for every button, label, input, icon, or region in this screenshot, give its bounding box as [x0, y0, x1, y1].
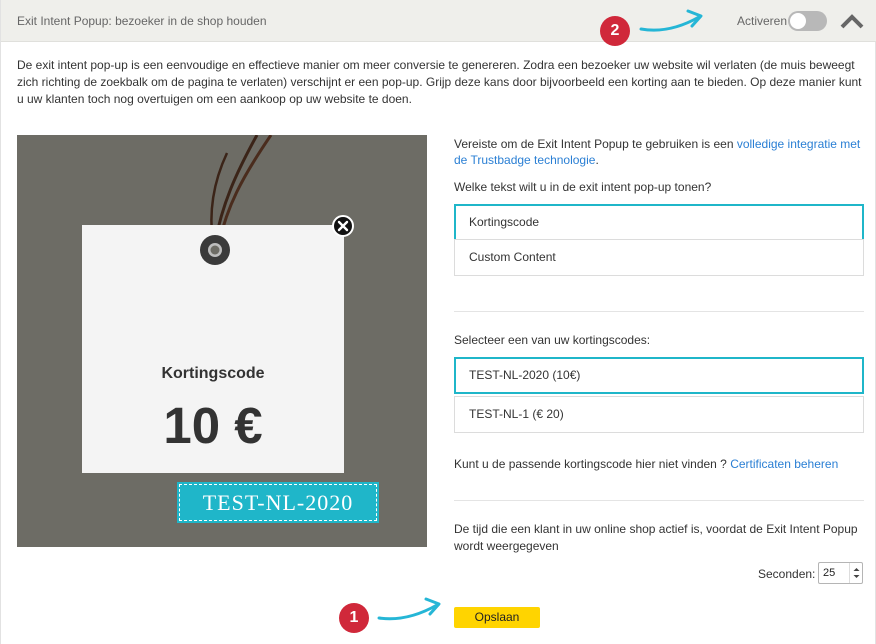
divider: [454, 500, 864, 501]
stepper-arrows-icon[interactable]: [850, 563, 863, 583]
tag-title: Kortingscode: [161, 365, 265, 382]
content-option-kortingscode[interactable]: Kortingscode: [454, 204, 864, 241]
activate-toggle[interactable]: [788, 11, 827, 31]
help-text: Kunt u de passende kortingscode hier nie…: [454, 457, 838, 471]
seconds-label: Seconden:: [758, 567, 816, 581]
save-button[interactable]: Opslaan: [454, 607, 540, 628]
seconds-stepper[interactable]: 25: [818, 562, 863, 584]
tag-amount: 10 €: [163, 397, 263, 454]
help-label: Kunt u de passende kortingscode hier nie…: [454, 457, 731, 471]
toggle-knob: [790, 13, 806, 29]
requirement-suffix: .: [595, 153, 599, 167]
code-question: Selecteer een van uw kortingscodes:: [454, 333, 651, 347]
annotation-arrow-icon: [639, 9, 703, 32]
module-panel: Exit Intent Popup: bezoeker in de shop h…: [0, 0, 876, 644]
popup-preview: Kortingscode 10 € TEST-NL-2020: [17, 135, 427, 547]
close-icon[interactable]: [332, 215, 354, 237]
module-header[interactable]: Exit Intent Popup: bezoeker in de shop h…: [1, 0, 876, 46]
activate-label: Activeren: [737, 14, 788, 28]
tag-hole-icon: [200, 235, 230, 265]
seconds-value: 25: [823, 567, 836, 579]
chevron-up-icon[interactable]: [839, 10, 865, 32]
content-question: Welke tekst wilt u in de exit intent pop…: [454, 180, 712, 194]
annotation-arrow-icon: [377, 597, 441, 621]
manage-certificates-link[interactable]: Certificaten beheren: [730, 457, 838, 471]
annotation-badge-1: 1: [339, 603, 369, 633]
requirement-label: Vereiste om de Exit Intent Popup te gebr…: [454, 137, 737, 151]
intro-text: De exit intent pop-up is een eenvoudige …: [17, 58, 862, 106]
divider: [454, 311, 864, 312]
coupon-code: TEST-NL-2020: [177, 482, 379, 523]
stepper-buttons[interactable]: [849, 563, 862, 583]
code-option-test-nl-2020[interactable]: TEST-NL-2020 (10€): [454, 357, 864, 394]
content-option-custom[interactable]: Custom Content: [454, 239, 864, 276]
discount-tag: Kortingscode 10 € TEST-NL-2020: [82, 225, 379, 523]
time-description: De tijd die een klant in uw online shop …: [454, 522, 858, 553]
annotation-badge-2: 2: [600, 16, 630, 46]
module-title: Exit Intent Popup: bezoeker in de shop h…: [17, 14, 267, 28]
code-option-test-nl-1[interactable]: TEST-NL-1 (€ 20): [454, 396, 864, 433]
requirement-text: Vereiste om de Exit Intent Popup te gebr…: [454, 136, 864, 168]
